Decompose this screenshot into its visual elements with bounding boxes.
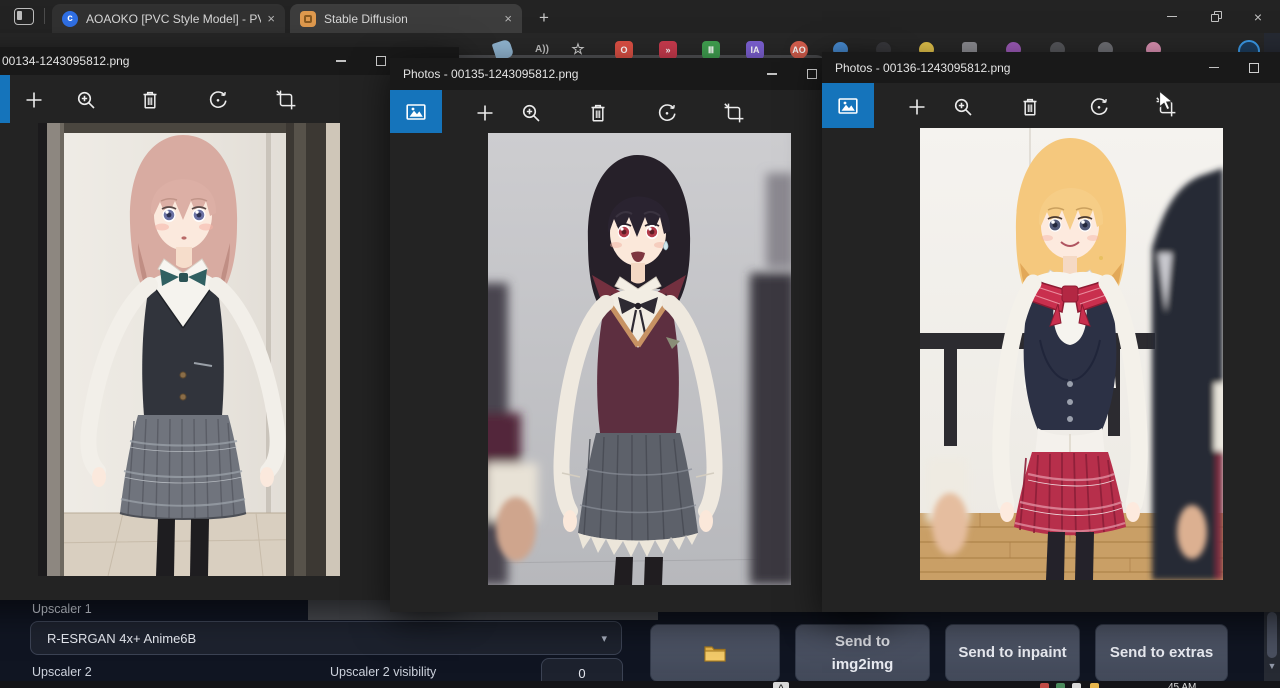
desktop: c AOAOKO [PVC Style Model] - PV × Stable…: [0, 0, 1280, 688]
upscaler1-dropdown[interactable]: R-ESRGAN 4x+ Anime6B ▾: [30, 621, 622, 655]
crop-button[interactable]: [274, 88, 296, 110]
tray-chevron-icon[interactable]: ^: [773, 682, 789, 688]
tab-label: AOAOKO [PVC Style Model] - PV: [86, 12, 261, 26]
favorites-star-icon[interactable]: ☆: [569, 41, 587, 59]
stable-diffusion-favicon-icon: [300, 11, 316, 27]
tray-icon[interactable]: [1090, 683, 1099, 688]
minimize-button[interactable]: [752, 58, 792, 90]
browser-tab-stable-diffusion[interactable]: Stable Diffusion ×: [290, 4, 522, 33]
browser-tab-bar: c AOAOKO [PVC Style Model] - PV × Stable…: [0, 0, 1280, 33]
tray-icon[interactable]: [1056, 683, 1065, 688]
window-titlebar: Photos - 00135-1243095812.png: [390, 58, 890, 90]
taskbar-clock[interactable]: 45 AM: [1168, 682, 1196, 688]
extension-icon-ia[interactable]: IA: [746, 41, 764, 59]
taskbar: ^ 45 AM: [0, 681, 1280, 688]
upscaler2-visibility-label: Upscaler 2 visibility: [330, 665, 436, 679]
add-button[interactable]: [905, 95, 927, 117]
window-titlebar: Photos - 00136-1243095812.png: [822, 52, 1280, 83]
send-to-img2img-button[interactable]: Send to img2img: [795, 624, 930, 682]
tab-switcher-icon[interactable]: [14, 8, 34, 25]
extension-icon-red-o[interactable]: O: [615, 41, 633, 59]
tab-close-icon[interactable]: ×: [267, 11, 275, 26]
zoom-in-button[interactable]: [74, 88, 96, 110]
window-title: Photos - 00136-1243095812.png: [835, 61, 1010, 75]
delete-button[interactable]: [138, 88, 160, 110]
browser-minimize-button[interactable]: [1150, 0, 1194, 33]
rotate-button[interactable]: [655, 101, 677, 123]
chevron-down-icon: ▾: [601, 632, 607, 645]
tray-icon[interactable]: [1040, 683, 1049, 688]
folder-icon: [703, 643, 727, 663]
browser-restore-button[interactable]: [1194, 0, 1238, 33]
gallery-view-button[interactable]: [390, 90, 442, 133]
tab-label: Stable Diffusion: [324, 12, 498, 26]
minimize-button[interactable]: [1194, 52, 1234, 83]
gallery-view-button[interactable]: [822, 83, 874, 128]
send-to-extras-button[interactable]: Send to extras: [1095, 624, 1228, 682]
tray-icon[interactable]: [1072, 683, 1081, 688]
send-to-inpaint-button[interactable]: Send to inpaint: [945, 624, 1080, 682]
read-aloud-icon[interactable]: A)): [533, 41, 551, 59]
extension-icon-ao[interactable]: AO: [790, 41, 808, 59]
close-button[interactable]: [1274, 52, 1280, 83]
photos-window-00136: Photos - 00136-1243095812.png: [822, 52, 1280, 612]
civitai-favicon-icon: c: [62, 11, 78, 27]
minimize-button[interactable]: [321, 47, 361, 75]
photos-window-00135: Photos - 00135-1243095812.png: [390, 58, 890, 612]
photo-image-00134[interactable]: [38, 123, 340, 576]
delete-button[interactable]: [586, 101, 608, 123]
extension-icon-green[interactable]: Ⅲ: [702, 41, 720, 59]
browser-close-button[interactable]: ×: [1236, 0, 1280, 33]
zoom-in-button[interactable]: [519, 101, 541, 123]
upscaler1-value: R-ESRGAN 4x+ Anime6B: [47, 631, 601, 646]
rotate-button[interactable]: [206, 88, 228, 110]
scrollbar-down-arrow-icon[interactable]: ▼: [1264, 661, 1280, 671]
mouse-cursor: [1158, 90, 1178, 112]
photo-image-00135[interactable]: [488, 133, 791, 585]
maximize-button[interactable]: [1234, 52, 1274, 83]
photos-toolbar: [390, 90, 890, 133]
add-button[interactable]: [22, 88, 44, 110]
upscaler2-label: Upscaler 2: [32, 665, 92, 679]
photo-image-00136[interactable]: [920, 128, 1223, 580]
tab-close-icon[interactable]: ×: [504, 11, 512, 26]
rotate-button[interactable]: [1087, 95, 1109, 117]
browser-tab-aoaoko[interactable]: c AOAOKO [PVC Style Model] - PV ×: [52, 4, 285, 33]
open-folder-button[interactable]: [650, 624, 780, 682]
gallery-view-button[interactable]: [0, 75, 10, 123]
scrollbar-thumb[interactable]: [1267, 612, 1277, 658]
upscaler1-label: Upscaler 1: [32, 602, 92, 616]
delete-button[interactable]: [1018, 95, 1040, 117]
extension-icon-chevrons[interactable]: »: [659, 41, 677, 59]
window-title: Photos - 00135-1243095812.png: [403, 67, 578, 81]
add-button[interactable]: [473, 101, 495, 123]
window-title: 00134-1243095812.png: [2, 54, 129, 68]
photos-toolbar: [822, 83, 1280, 128]
zoom-in-button[interactable]: [951, 95, 973, 117]
tab-divider: [44, 8, 45, 24]
crop-button[interactable]: [722, 101, 744, 123]
new-tab-button[interactable]: +: [533, 7, 555, 29]
